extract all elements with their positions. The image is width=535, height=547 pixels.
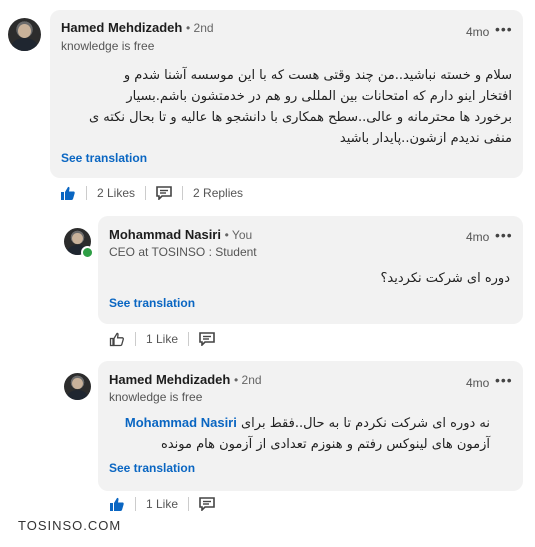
reply-button[interactable] [156, 186, 172, 200]
reply-text: نه دوره ای شرکت نکردم تا به حال..فقط برا… [108, 412, 490, 455]
author-name[interactable]: Mohammad Nasiri [109, 227, 221, 242]
avatar[interactable] [8, 18, 41, 51]
reply-body-line2: آزمون های لینوکس رفتم و هنوزم تعدادی از … [161, 437, 490, 452]
ellipsis-icon[interactable]: ••• [495, 227, 513, 243]
like-button[interactable] [60, 185, 76, 201]
avatar[interactable] [64, 373, 91, 400]
see-translation-link[interactable]: See translation [109, 461, 195, 475]
connection-degree: • 2nd [185, 21, 214, 35]
reply-author[interactable]: Hamed Mehdizadeh • 2nd [109, 372, 262, 387]
see-translation-link[interactable]: See translation [61, 151, 147, 165]
reply-body-line1: نه دوره ای شرکت نکردم تا به حال..فقط برا… [241, 416, 490, 431]
like-button[interactable] [109, 496, 125, 512]
comment-time: 4mo [466, 25, 490, 39]
comment-text: سلام و خسته نباشید..من چند وقتی هست که ب… [88, 68, 512, 146]
author-name[interactable]: Hamed Mehdizadeh [61, 20, 182, 35]
mention-link[interactable]: Mohammad Nasiri [125, 415, 237, 430]
like-button[interactable] [109, 331, 125, 347]
thumbs-up-filled-icon[interactable] [109, 496, 125, 512]
replies-count[interactable]: 2 Replies [193, 186, 243, 200]
reply-author[interactable]: Mohammad Nasiri • You [109, 227, 252, 242]
see-translation-link[interactable]: See translation [109, 296, 195, 310]
author-headline: knowledge is free [109, 390, 203, 404]
comment-icon[interactable] [156, 186, 172, 200]
comment-icon[interactable] [199, 332, 215, 346]
likes-count[interactable]: 1 Like [146, 497, 178, 511]
connection-degree: • You [224, 228, 253, 242]
watermark: TOSINSO.COM [18, 518, 122, 533]
reply-text: دوره ای شرکت نکردید؟ [380, 271, 510, 286]
connection-degree: • 2nd [233, 373, 262, 387]
reply-actions: 1 Like [109, 331, 215, 347]
reply-actions: 1 Like [109, 496, 215, 512]
reply-time: 4mo [466, 376, 490, 390]
comment-actions: 2 Likes 2 Replies [60, 185, 243, 201]
likes-count[interactable]: 2 Likes [97, 186, 135, 200]
reply-button[interactable] [199, 332, 215, 346]
comment-author[interactable]: Hamed Mehdizadeh • 2nd [61, 20, 214, 35]
ellipsis-icon[interactable]: ••• [495, 372, 513, 388]
author-name[interactable]: Hamed Mehdizadeh [109, 372, 230, 387]
thumbs-up-outline-icon[interactable] [109, 331, 125, 347]
likes-count[interactable]: 1 Like [146, 332, 178, 346]
reply-time: 4mo [466, 230, 490, 244]
author-headline: knowledge is free [61, 39, 155, 53]
comment-icon[interactable] [199, 497, 215, 511]
online-status-indicator [81, 246, 94, 259]
reply-button[interactable] [199, 497, 215, 511]
ellipsis-icon[interactable]: ••• [495, 21, 513, 37]
thumbs-up-filled-icon[interactable] [60, 185, 76, 201]
author-headline: CEO at TOSINSO : Student [109, 245, 257, 259]
